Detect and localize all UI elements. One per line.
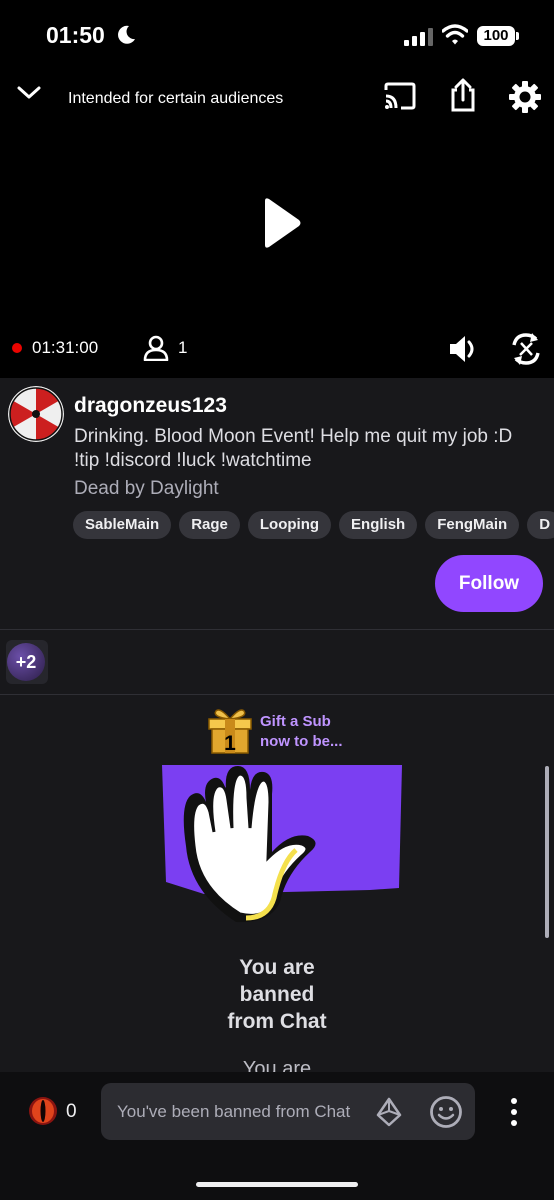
tag[interactable]: English xyxy=(339,511,418,539)
video-player[interactable] xyxy=(0,0,554,378)
battery-icon: 100 xyxy=(477,26,515,46)
tag[interactable]: FengMain xyxy=(425,511,520,539)
channel-avatar[interactable] xyxy=(8,386,64,442)
stream-title: Drinking. Blood Moon Event! Help me quit… xyxy=(74,426,513,471)
battery-tip xyxy=(516,32,519,40)
chat-input-placeholder: You've been banned from Chat xyxy=(117,1102,351,1121)
divider xyxy=(0,629,554,630)
audience-warning-label: Intended for certain audiences xyxy=(68,90,284,107)
tag[interactable]: Rage xyxy=(179,511,240,539)
channel-name[interactable]: dragonzeus123 xyxy=(74,394,227,418)
tag-list: SableMain Rage Looping English FengMain D xyxy=(73,511,554,539)
stream-uptime: 01:31:00 xyxy=(32,338,99,357)
tag[interactable]: SableMain xyxy=(73,511,172,539)
status-time: 01:50 xyxy=(46,22,105,48)
wifi-icon xyxy=(442,24,468,45)
extra-count-badge[interactable]: +2 xyxy=(7,643,45,681)
cast-icon[interactable] xyxy=(383,82,417,110)
follow-button[interactable]: Follow xyxy=(435,555,543,612)
play-icon[interactable] xyxy=(262,197,302,249)
banned-message-line: You are xyxy=(239,956,315,979)
viewer-count: 1 xyxy=(178,338,188,357)
emote-icon[interactable] xyxy=(429,1095,463,1129)
bits-icon[interactable] xyxy=(375,1097,403,1127)
gift-sub-prompt[interactable]: Gift a Sub now to be... xyxy=(260,712,343,752)
gift-line-1: Gift a Sub xyxy=(260,713,331,730)
gift-line-2: now to be... xyxy=(260,733,343,750)
volume-icon[interactable] xyxy=(448,334,480,364)
stream-category[interactable]: Dead by Daylight xyxy=(74,478,219,500)
more-icon[interactable] xyxy=(508,1097,520,1127)
signal-icon xyxy=(404,28,433,46)
moon-icon xyxy=(118,25,135,44)
viewer-icon xyxy=(143,335,169,361)
rotate-icon[interactable] xyxy=(510,331,542,367)
share-icon[interactable] xyxy=(449,78,477,112)
banned-detail-line: You are xyxy=(242,1058,312,1072)
channel-points-icon[interactable] xyxy=(28,1096,58,1126)
chat-scrollbar[interactable] xyxy=(545,766,549,938)
chevron-down-icon[interactable] xyxy=(16,84,42,102)
banned-hand-illustration xyxy=(162,765,402,923)
channel-points-count: 0 xyxy=(66,1101,77,1122)
gift-box-icon[interactable]: 1 xyxy=(206,705,254,755)
settings-icon[interactable] xyxy=(508,80,542,114)
live-dot xyxy=(12,343,22,353)
tag[interactable]: Looping xyxy=(247,511,332,539)
banned-message-line: banned xyxy=(239,983,315,1006)
gift-badge-number: 1 xyxy=(224,732,236,755)
home-indicator[interactable] xyxy=(196,1182,358,1187)
banned-message-line: from Chat xyxy=(227,1010,327,1033)
divider xyxy=(0,694,554,695)
tag[interactable]: D xyxy=(527,511,554,539)
